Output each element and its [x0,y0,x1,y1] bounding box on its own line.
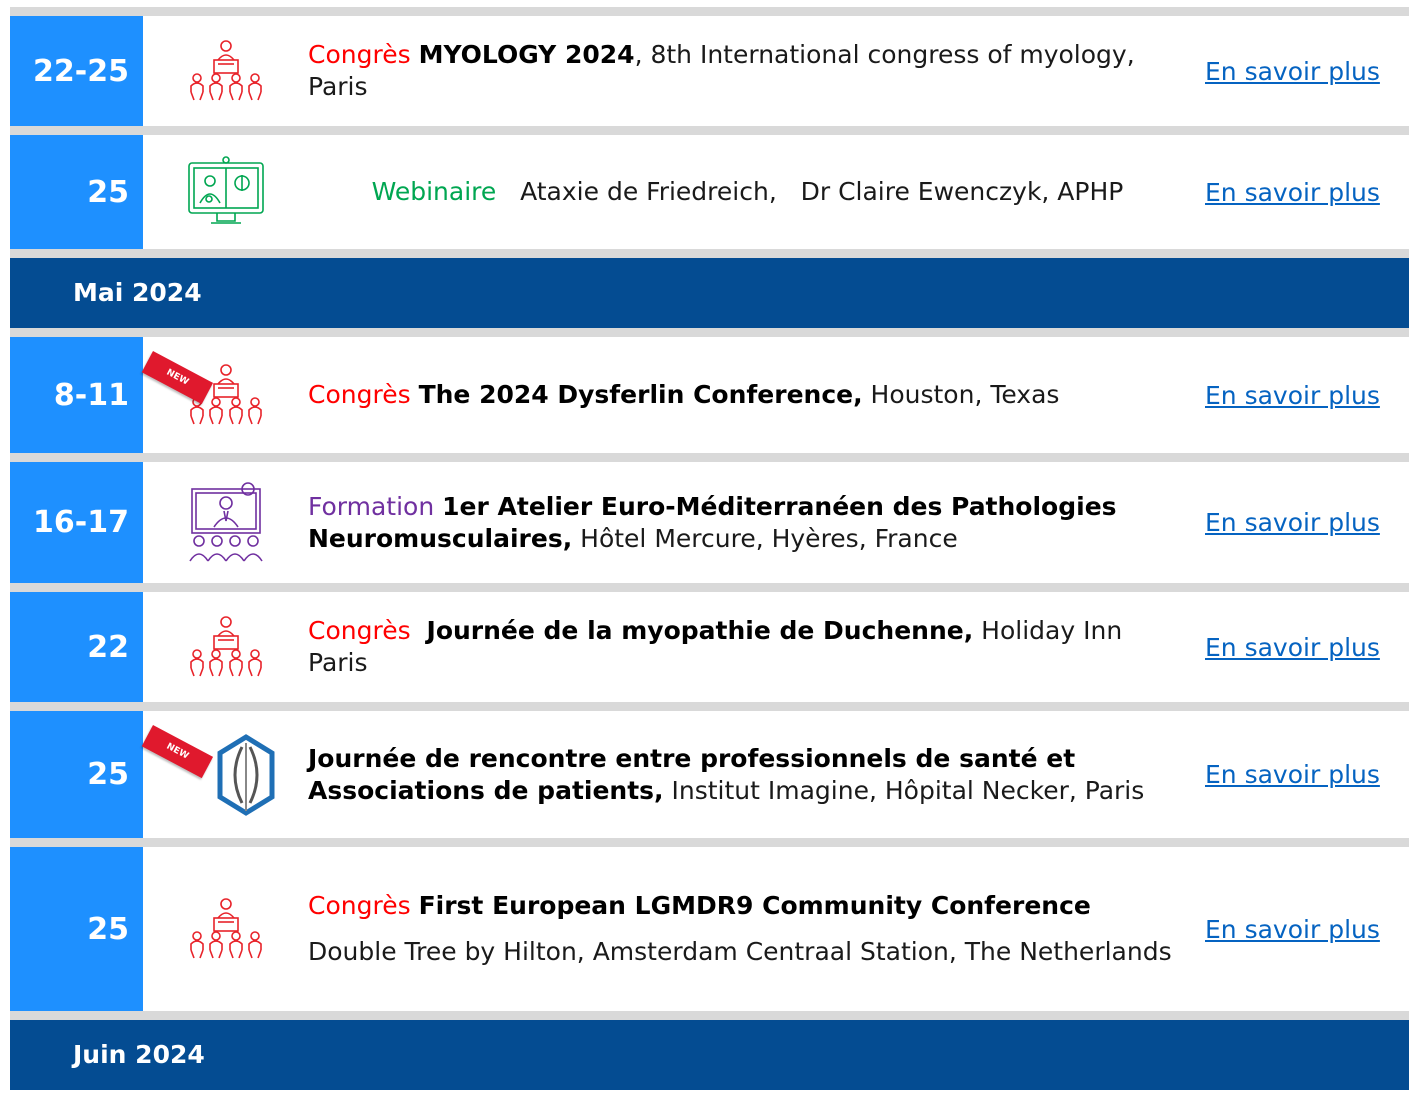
event-category: Congrès [308,380,411,409]
event-row: 16-17 Formation 1er Atelier Euro-Méditer… [10,462,1409,583]
event-title: First European LGMDR9 Community Conferen… [418,891,1091,920]
more-info-link[interactable]: En savoir plus [1205,337,1380,453]
event-date: 22-25 [10,16,143,126]
row-separator [10,249,1409,258]
congress-icon [143,847,308,1011]
event-row: 22-25 Congrès MYOLOGY 2024, 8th Internat… [10,16,1409,126]
row-separator [10,1011,1409,1020]
event-row: 22 Congrès Journée de la myopathie de Du… [10,592,1409,702]
event-detail: Houston, Texas [862,380,1060,409]
event-title: The 2024 Dysferlin Conference, [418,380,863,409]
row-separator [10,126,1409,135]
event-date: 8-11 [10,337,143,453]
event-category: Congrès [308,891,411,920]
more-info-link[interactable]: En savoir plus [1205,135,1380,249]
webinar-icon [143,135,308,249]
event-title: Journée de la myopathie de Duchenne, [426,616,974,645]
network-logo-icon: NEW [141,711,308,838]
event-category: Congrès [308,616,411,645]
event-date: 22 [10,592,143,702]
event-description: Congrès MYOLOGY 2024, 8th International … [308,16,1188,126]
event-date: 25 [10,135,143,249]
event-row: 8-11 NEW Congrès The 2024 Dysferlin Conf… [10,337,1409,453]
event-description: Congrès Journée de la myopathie de Duche… [308,592,1188,702]
event-detail: Hôtel Mercure, Hyères, France [572,523,958,553]
month-header-june: Juin 2024 [10,1020,1409,1090]
new-badge: NEW [141,351,214,405]
event-date: 25 [10,847,143,1011]
row-separator [10,453,1409,462]
event-date: 16-17 [10,462,143,583]
row-separator [10,702,1409,711]
more-info-link[interactable]: En savoir plus [1205,462,1380,583]
event-detail: Ataxie de Friedreich, Dr Claire Ewenczyk… [496,177,1124,206]
event-detail: Institut Imagine, Hôpital Necker, Paris [663,775,1145,805]
row-separator [10,7,1409,16]
event-description: Congrès First European LGMDR9 Community … [308,847,1188,1011]
event-description: Journée de rencontre entre professionnel… [308,711,1188,838]
event-description: Formation 1er Atelier Euro-Méditerranéen… [308,462,1188,583]
event-row: 25 Congrès First European LGMDR9 Communi… [10,847,1409,1011]
row-separator [10,328,1409,337]
congress-icon: NEW [141,337,308,453]
more-info-link[interactable]: En savoir plus [1205,847,1380,1011]
event-title: MYOLOGY 2024 [418,40,635,69]
month-header-may: Mai 2024 [10,258,1409,328]
row-separator [10,583,1409,592]
agenda-table: 22-25 Congrès MYOLOGY 2024, 8th Internat… [10,7,1409,1090]
event-description: Webinaire Ataxie de Friedreich, Dr Clair… [308,135,1188,249]
event-category: Formation [308,491,435,521]
more-info-link[interactable]: En savoir plus [1205,711,1380,838]
congress-icon [143,592,308,702]
event-date: 25 [10,711,143,838]
more-info-link[interactable]: En savoir plus [1205,16,1380,126]
training-icon [143,462,308,583]
event-category: Webinaire [371,177,497,206]
event-row: 25 NEW Journée de rencontre entre profes… [10,711,1409,838]
event-category: Congrès [308,40,411,69]
row-separator [10,838,1409,847]
event-description: Congrès The 2024 Dysferlin Conference, H… [308,337,1188,453]
event-detail: Double Tree by Hilton, Amsterdam Centraa… [308,937,1172,966]
event-row: 25 Webinaire Ataxie de Friedreich, Dr Cl… [10,135,1409,249]
new-badge: NEW [141,725,214,779]
congress-icon [143,16,308,126]
more-info-link[interactable]: En savoir plus [1205,592,1380,702]
